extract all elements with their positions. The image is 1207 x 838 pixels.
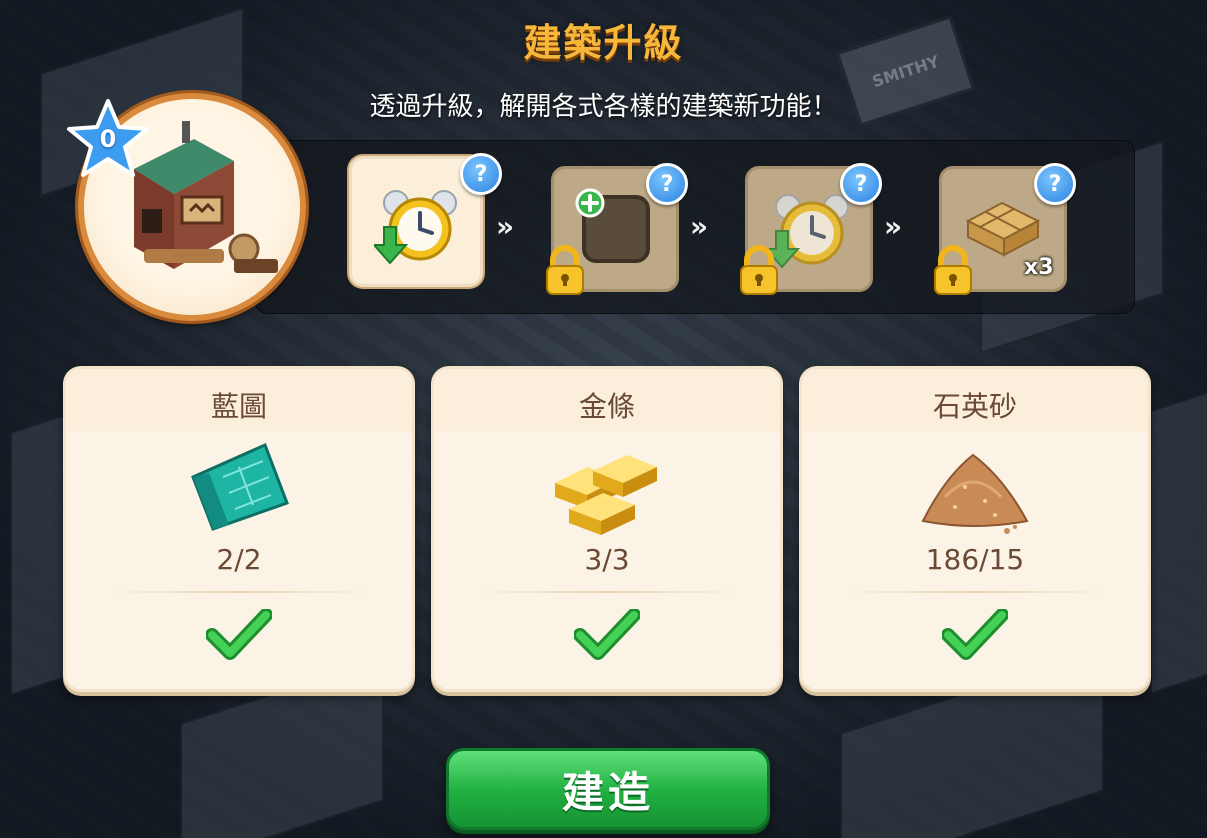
upgrade-tile-speedup[interactable]: ? xyxy=(349,153,502,287)
help-icon[interactable]: ? xyxy=(460,153,502,195)
divider xyxy=(842,591,1108,593)
requirement-card-blueprint: 藍圖 2/2 xyxy=(63,366,415,692)
chevron-right-icon: » xyxy=(496,210,514,243)
padlock-icon xyxy=(740,245,778,295)
checkmark-icon xyxy=(942,609,1008,660)
requirement-name: 金條 xyxy=(578,390,635,423)
blueprint-icon xyxy=(191,442,289,531)
help-icon[interactable]: ? xyxy=(1034,163,1076,205)
dialog-title: 建築升級 xyxy=(523,21,684,65)
build-button[interactable]: 建造 xyxy=(446,748,770,830)
building-level: 0 xyxy=(99,125,117,153)
padlock-icon xyxy=(546,245,584,295)
requirement-name: 石英砂 xyxy=(932,390,1017,423)
quartz-sand-icon xyxy=(921,453,1029,534)
checkmark-icon xyxy=(206,609,272,660)
requirement-quantity: 2/2 xyxy=(216,543,262,576)
alarm-clock-speedup-icon xyxy=(374,190,457,265)
help-icon[interactable]: ? xyxy=(646,163,688,205)
background-house xyxy=(1150,389,1207,695)
help-icon[interactable]: ? xyxy=(840,163,882,205)
requirement-name: 藍圖 xyxy=(210,390,267,423)
checkmark-icon xyxy=(574,609,640,660)
divider xyxy=(106,591,372,593)
requirement-card-gold-bar: 金條 3/3 xyxy=(431,366,783,692)
chevron-right-icon: » xyxy=(690,210,708,243)
requirement-card-quartz-sand: 石英砂 186/15 xyxy=(799,366,1151,692)
requirement-quantity: 186/15 xyxy=(925,543,1025,576)
reward-count: x3 xyxy=(1024,255,1054,280)
divider xyxy=(474,591,740,593)
requirement-quantity: 3/3 xyxy=(584,543,630,576)
gold-bar-icon xyxy=(555,455,657,535)
chevron-right-icon: » xyxy=(884,210,902,243)
padlock-icon xyxy=(934,245,972,295)
